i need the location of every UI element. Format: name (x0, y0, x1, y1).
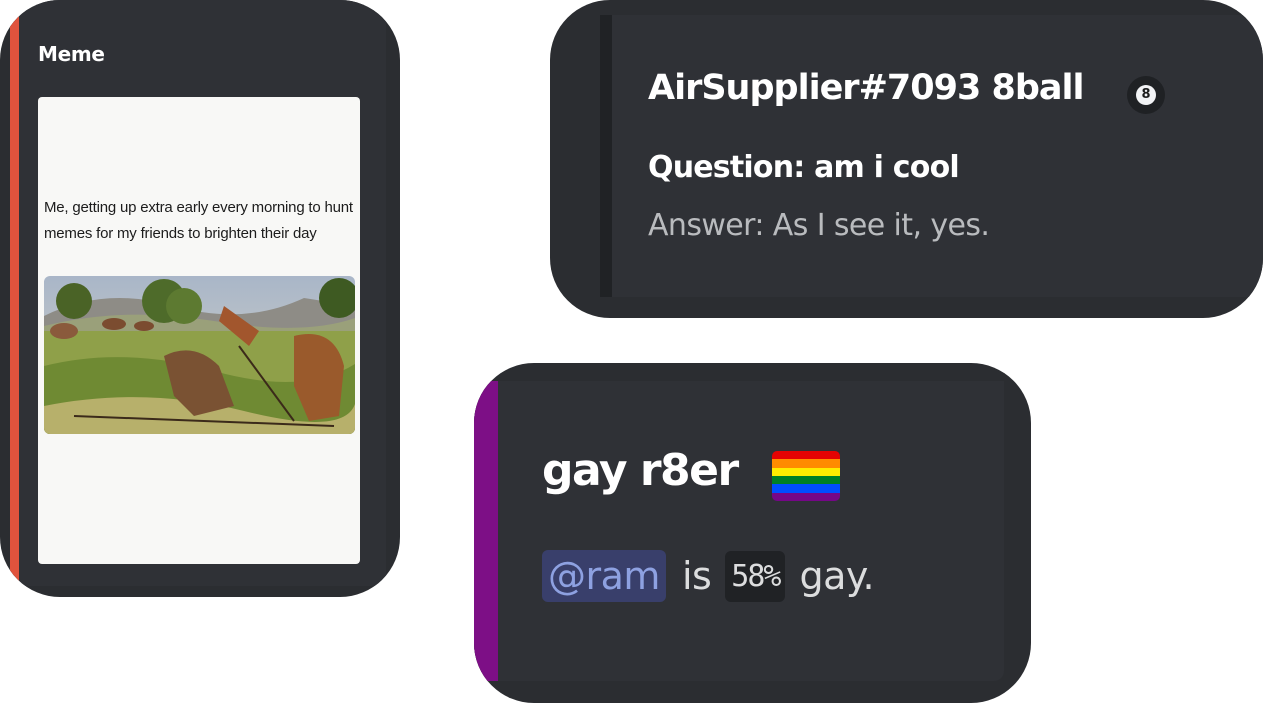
hunting-scene-illustration (44, 276, 355, 434)
embed-title: gay r8er (542, 445, 739, 496)
meme-embed-card: Meme Me, getting up extra early every mo… (0, 0, 400, 597)
embed-accent-bar (600, 15, 612, 297)
meme-image-caption: Me, getting up extra early every morning… (44, 199, 353, 242)
rainbow-flag-icon (772, 451, 840, 501)
rater-embed (474, 381, 1004, 681)
8-ball-icon: 8 (1127, 76, 1165, 114)
percentage-code: 58% (725, 550, 786, 602)
rater-result: @ram is 58% gay. (542, 543, 875, 609)
8-ball-glyph: 8 (1136, 85, 1156, 105)
meme-image[interactable]: Me, getting up extra early every morning… (38, 97, 360, 564)
user-mention[interactable]: @ram (542, 550, 666, 602)
eightball-question: Question: am i cool (648, 150, 960, 185)
embed-title: Meme (38, 42, 105, 66)
result-text-is: is (681, 554, 712, 598)
embed-title: AirSupplier#7093 8ball (648, 68, 1085, 108)
result-text-suffix: gay. (799, 554, 875, 598)
rater-embed-card: gay r8er @ram is 58% gay. (474, 363, 1031, 703)
eightball-answer: Answer: As I see it, yes. (648, 208, 990, 243)
embed-accent-bar (10, 0, 19, 586)
embed-accent-bar (474, 381, 498, 681)
eightball-embed-card: AirSupplier#7093 8ball 8 Question: am i … (550, 0, 1263, 318)
